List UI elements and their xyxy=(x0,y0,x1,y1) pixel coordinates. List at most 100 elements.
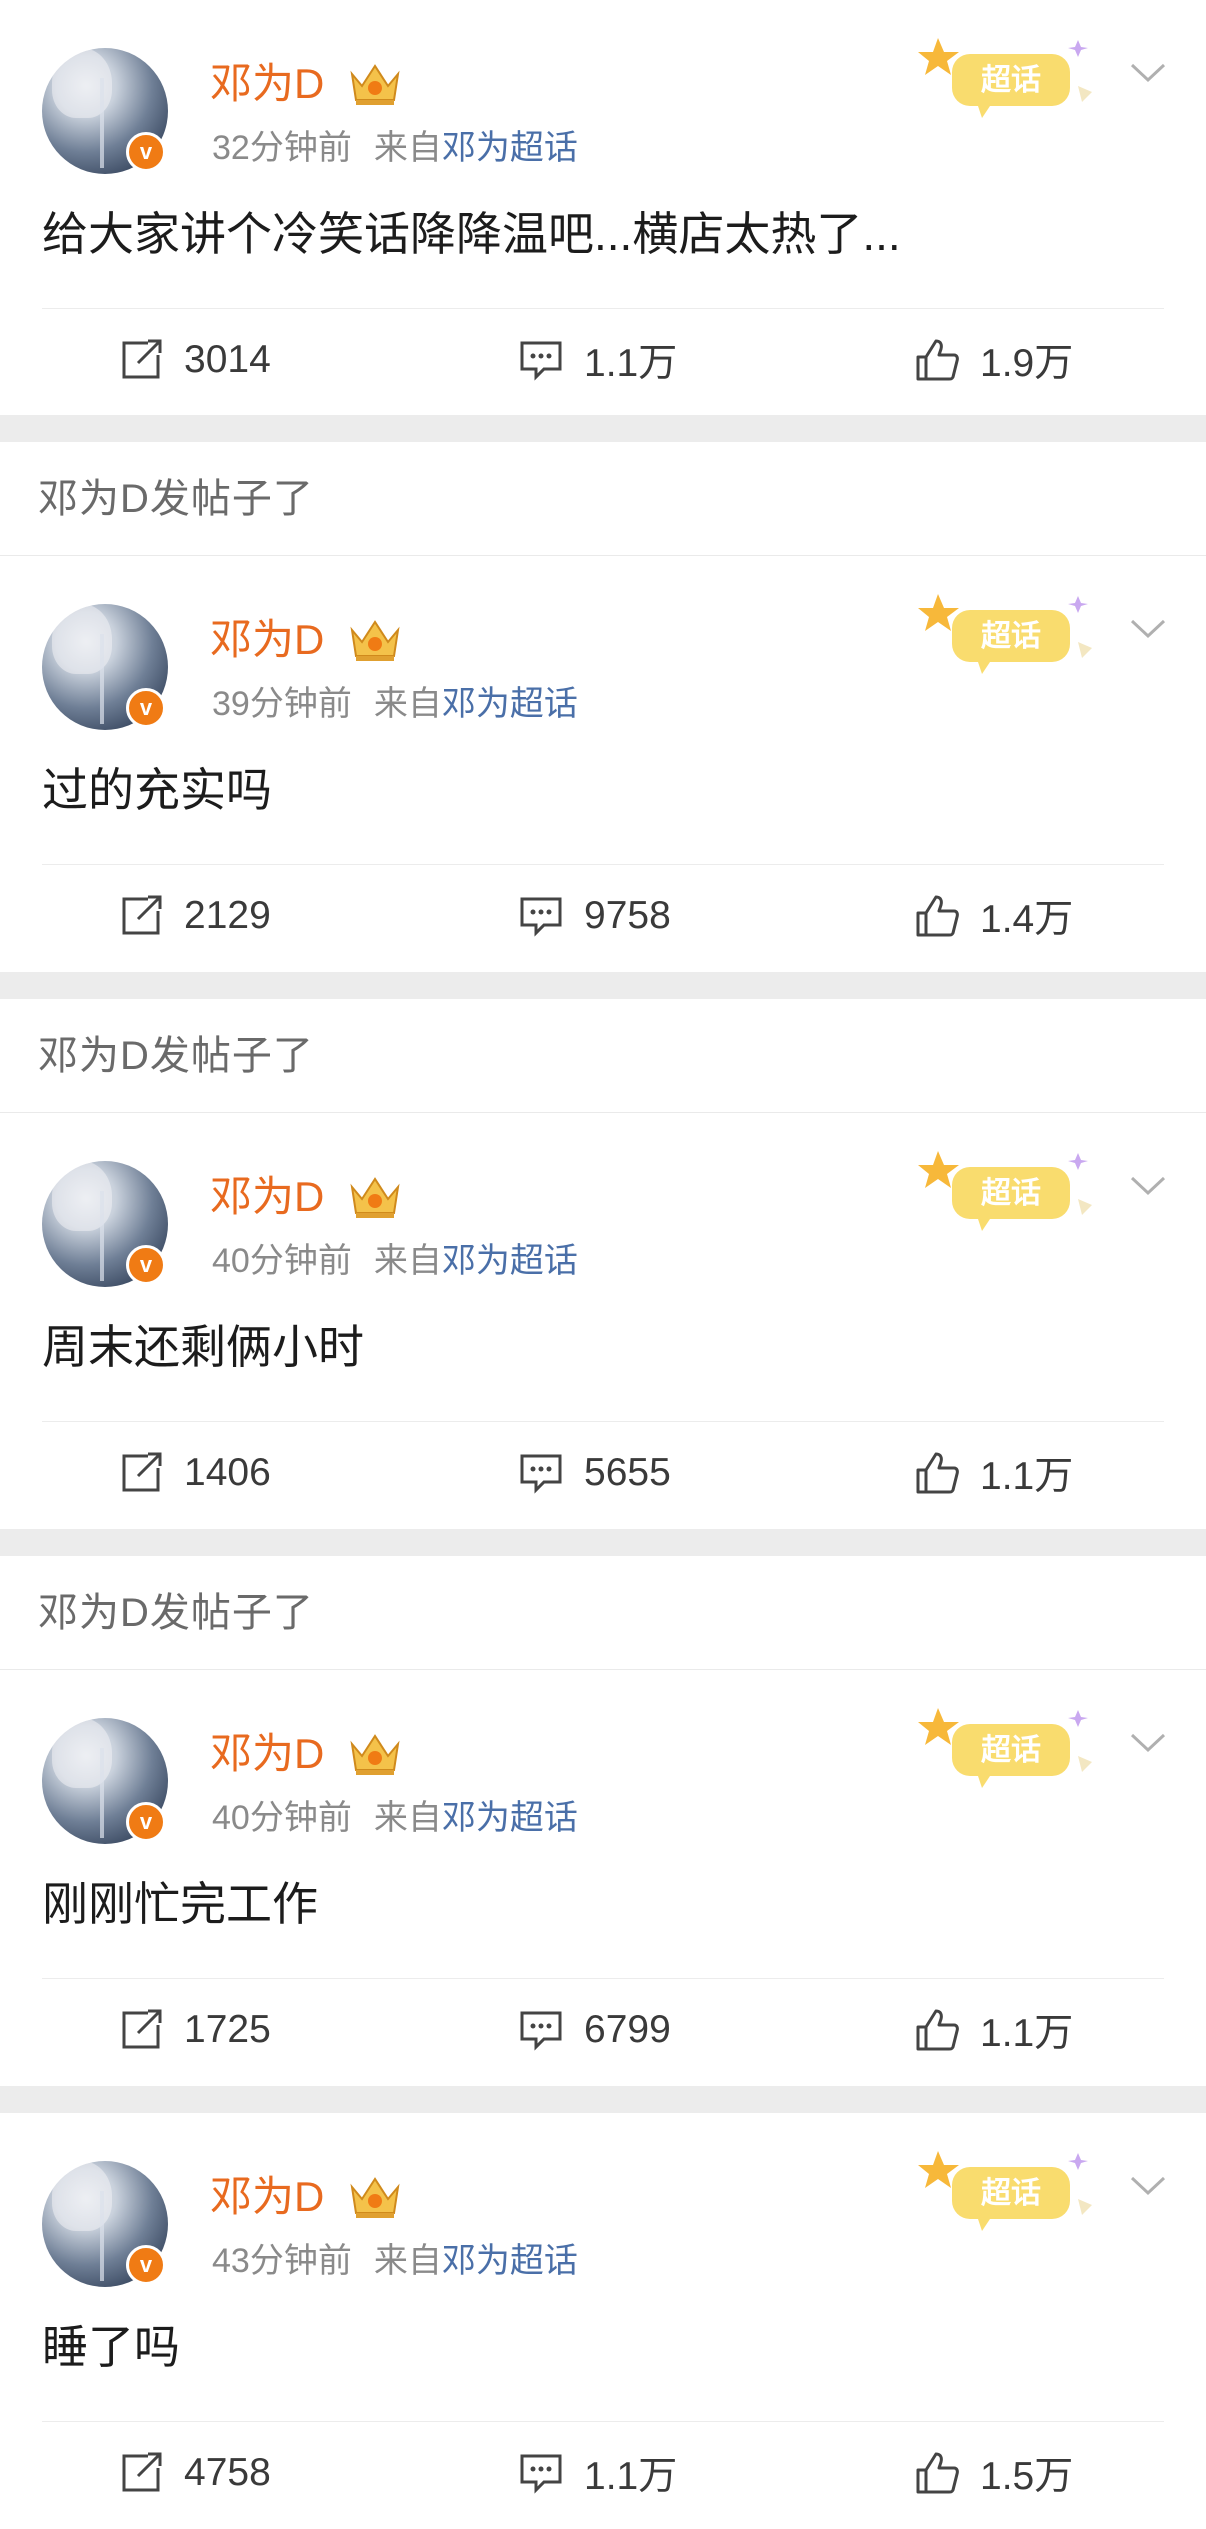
from-label: 来自 xyxy=(373,685,442,723)
crown-icon xyxy=(350,1734,400,1775)
feed-gap xyxy=(0,972,1206,999)
like-count: 1.1万 xyxy=(980,2012,1074,2055)
source-link[interactable]: 邓为超话 xyxy=(442,129,578,167)
section-header-text: 邓为D发帖子了 xyxy=(38,1034,314,1078)
from-label: 来自 xyxy=(373,1799,442,1837)
like-button[interactable]: 1.4万 xyxy=(914,886,1073,946)
username[interactable]: 邓为D xyxy=(210,56,324,112)
chevron-down-icon[interactable] xyxy=(1128,60,1168,86)
feed-gap xyxy=(0,2086,1206,2113)
like-icon xyxy=(916,2009,959,2051)
source-link[interactable]: 邓为超话 xyxy=(442,1242,578,1280)
feed-gap xyxy=(0,1529,1206,1556)
post-meta: 32分钟前 来自邓为超话 xyxy=(212,125,578,171)
post-time: 32分钟前 xyxy=(212,129,352,167)
like-count: 1.5万 xyxy=(980,2455,1074,2498)
section-header-text: 邓为D发帖子了 xyxy=(38,477,314,521)
comment-count: 9758 xyxy=(584,894,671,937)
super-topic-label: 超话 xyxy=(981,1176,1041,1211)
comment-button[interactable]: 9758 xyxy=(518,886,671,946)
divider xyxy=(42,308,1164,309)
post-meta: 40分钟前 来自邓为超话 xyxy=(212,1795,578,1841)
verified-badge-icon: v xyxy=(126,1245,166,1285)
verified-badge-icon: v xyxy=(126,1802,166,1842)
crown-icon xyxy=(350,2177,400,2218)
like-button[interactable]: 1.9万 xyxy=(914,330,1073,390)
post-content[interactable]: 睡了吗 xyxy=(42,2317,180,2377)
comment-icon xyxy=(520,341,562,381)
repost-button[interactable]: 1725 xyxy=(118,2000,271,2060)
post-content[interactable]: 过的充实吗 xyxy=(42,760,272,820)
comment-count: 6799 xyxy=(584,2008,671,2051)
post-card[interactable]: v 邓为D 40分钟前来自邓为超话 超话 刚刚忙完工作 1725 6799 1 xyxy=(0,1670,1206,2086)
divider xyxy=(42,864,1164,865)
super-topic-label: 超话 xyxy=(981,2176,1041,2211)
like-count: 1.1万 xyxy=(980,1455,1074,1498)
repost-icon xyxy=(122,1452,162,1492)
source-link[interactable]: 邓为超话 xyxy=(442,1799,578,1837)
repost-button[interactable]: 4758 xyxy=(118,2443,271,2503)
super-topic-badge[interactable]: 超话 xyxy=(918,30,1104,126)
feed-gap xyxy=(0,415,1206,442)
section-header: 邓为D发帖子了 xyxy=(0,442,1206,556)
comment-button[interactable]: 6799 xyxy=(518,2000,671,2060)
divider xyxy=(42,1421,1164,1422)
chevron-down-icon[interactable] xyxy=(1128,616,1168,642)
post-meta: 39分钟前 来自邓为超话 xyxy=(212,681,578,727)
post-content[interactable]: 周末还剩俩小时 xyxy=(42,1317,364,1377)
comment-icon xyxy=(520,897,562,937)
like-button[interactable]: 1.1万 xyxy=(914,2000,1073,2060)
post-time: 39分钟前 xyxy=(212,685,352,723)
super-topic-label: 超话 xyxy=(981,1733,1041,1768)
repost-button[interactable]: 3014 xyxy=(118,330,271,390)
chevron-down-icon[interactable] xyxy=(1128,2173,1168,2199)
from-label: 来自 xyxy=(373,1242,442,1280)
username[interactable]: 邓为D xyxy=(210,612,324,668)
crown-icon xyxy=(350,64,400,105)
super-topic-label: 超话 xyxy=(981,619,1041,654)
post-meta: 40分钟前 来自邓为超话 xyxy=(212,1238,578,1284)
comment-count: 1.1万 xyxy=(584,342,678,385)
repost-button[interactable]: 1406 xyxy=(118,1443,271,1503)
post-card[interactable]: v 邓为D 43分钟前 来自邓为超话 超话 睡了吗 4758 1.1万 1.5万 xyxy=(0,2113,1206,2529)
comment-count: 5655 xyxy=(584,1451,671,1494)
post-content[interactable]: 给大家讲个冷笑话降降温吧...横店太热了... xyxy=(42,204,901,264)
repost-count: 1725 xyxy=(184,2008,271,2051)
chevron-down-icon[interactable] xyxy=(1128,1730,1168,1756)
repost-count: 1406 xyxy=(184,1451,271,1494)
super-topic-badge[interactable]: 超话 xyxy=(918,1700,1104,1796)
like-button[interactable]: 1.5万 xyxy=(914,2443,1073,2503)
verified-badge-icon: v xyxy=(126,2245,166,2285)
super-topic-badge[interactable]: 超话 xyxy=(918,2143,1104,2239)
like-button[interactable]: 1.1万 xyxy=(914,1443,1073,1503)
comment-icon xyxy=(520,2454,562,2494)
comment-icon xyxy=(520,1454,562,1494)
source-link[interactable]: 邓为超话 xyxy=(442,685,578,723)
comment-button[interactable]: 1.1万 xyxy=(518,330,677,390)
comment-button[interactable]: 1.1万 xyxy=(518,2443,677,2503)
username[interactable]: 邓为D xyxy=(210,2169,324,2225)
comment-button[interactable]: 5655 xyxy=(518,1443,671,1503)
like-count: 1.9万 xyxy=(980,342,1074,385)
repost-button[interactable]: 2129 xyxy=(118,886,271,946)
username[interactable]: 邓为D xyxy=(210,1726,324,1782)
post-time: 43分钟前 xyxy=(212,2242,352,2280)
repost-icon xyxy=(122,2009,162,2049)
post-card[interactable]: v 邓为D 40分钟前来自邓为超话 超话 周末还剩俩小时 1406 5655 xyxy=(0,1113,1206,1529)
repost-icon xyxy=(122,2452,162,2492)
weibo-feed: v 邓为D 32分钟前 来自邓为超话 超话 给大家讲个冷笑话降降温吧...横店太热… xyxy=(0,0,1206,2529)
username[interactable]: 邓为D xyxy=(210,1169,324,1225)
source-link[interactable]: 邓为超话 xyxy=(442,2242,578,2280)
from-label: 来自 xyxy=(373,2242,442,2280)
post-card[interactable]: v 邓为D 32分钟前 来自邓为超话 超话 给大家讲个冷笑话降降温吧...横店太热… xyxy=(0,0,1206,415)
post-card[interactable]: v 邓为D 39分钟前来自邓为超话 超话 过的充实吗 2129 9758 1. xyxy=(0,556,1206,972)
super-topic-badge[interactable]: 超话 xyxy=(918,1143,1104,1239)
repost-count: 4758 xyxy=(184,2451,271,2494)
chevron-down-icon[interactable] xyxy=(1128,1173,1168,1199)
post-content[interactable]: 刚刚忙完工作 xyxy=(42,1874,318,1934)
from-label: 来自 xyxy=(373,129,442,167)
comment-icon xyxy=(520,2011,562,2051)
super-topic-badge[interactable]: 超话 xyxy=(918,586,1104,682)
section-header: 邓为D发帖子了 xyxy=(0,1556,1206,1670)
verified-badge-icon: v xyxy=(126,688,166,728)
